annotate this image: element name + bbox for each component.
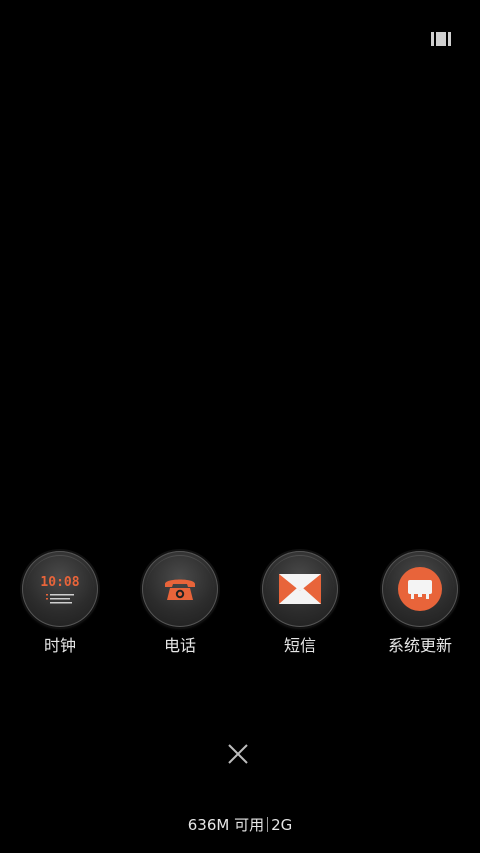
app-phone-label: 电话: [163, 636, 196, 655]
memory-available-text: 636M 可用: [187, 816, 265, 834]
app-messages-icon-circle[interactable]: [262, 551, 338, 627]
close-icon: [228, 744, 248, 764]
app-system-update-icon-circle[interactable]: [382, 551, 458, 627]
app-messages-label: 短信: [283, 636, 316, 655]
memory-divider: [267, 817, 269, 832]
clock-time-text: 10:08: [40, 575, 80, 590]
recents-grid-icon: [431, 32, 451, 46]
app-clock[interactable]: 10:08 时钟: [5, 551, 115, 656]
app-phone-icon-circle[interactable]: [142, 551, 218, 627]
memory-total-text: 2G: [271, 816, 293, 834]
clear-all-button[interactable]: [224, 740, 252, 768]
app-clock-label: 时钟: [43, 636, 76, 655]
recents-toggle-button[interactable]: [428, 28, 454, 50]
envelope-icon: [279, 574, 321, 604]
app-messages[interactable]: 短信: [245, 551, 355, 656]
app-system-update[interactable]: 系统更新: [365, 551, 475, 656]
memory-status: 636M 可用 2G: [0, 815, 480, 835]
system-update-icon: [398, 567, 442, 611]
phone-icon: [165, 579, 195, 600]
app-system-update-label: 系统更新: [387, 636, 452, 655]
recent-apps-row: 10:08 时钟 电话 短信 系统更新: [0, 551, 480, 661]
clock-icon: [46, 594, 74, 604]
app-clock-icon-circle[interactable]: 10:08: [22, 551, 98, 627]
recent-apps-screen: 10:08 时钟 电话 短信 系统更新 636M 可用 2G: [0, 0, 480, 853]
app-phone[interactable]: 电话: [125, 551, 235, 656]
